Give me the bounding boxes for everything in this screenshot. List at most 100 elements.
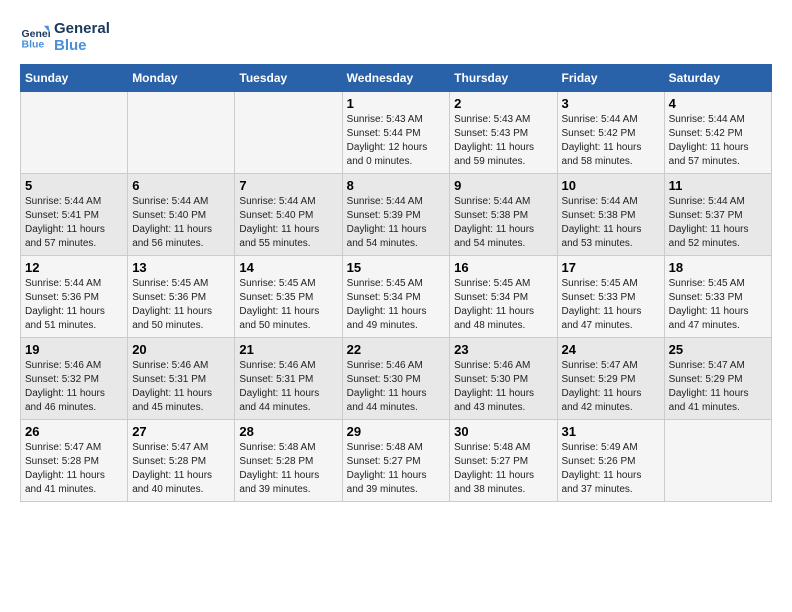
day-number: 2	[454, 96, 552, 111]
day-info: Sunrise: 5:44 AM Sunset: 5:42 PM Dayligh…	[562, 113, 660, 169]
day-number: 5	[25, 178, 123, 193]
day-number: 17	[562, 260, 660, 275]
calendar-cell: 18 Sunrise: 5:45 AM Sunset: 5:33 PM Dayli…	[664, 256, 771, 338]
calendar-cell: 9 Sunrise: 5:44 AM Sunset: 5:38 PM Daylig…	[450, 174, 557, 256]
day-number: 14	[239, 260, 337, 275]
day-info: Sunrise: 5:46 AM Sunset: 5:30 PM Dayligh…	[347, 359, 446, 415]
day-info: Sunrise: 5:44 AM Sunset: 5:39 PM Dayligh…	[347, 195, 446, 251]
header-thursday: Thursday	[450, 65, 557, 92]
logo-text-line1: General	[54, 20, 110, 37]
day-info: Sunrise: 5:45 AM Sunset: 5:34 PM Dayligh…	[454, 277, 552, 333]
calendar-cell: 3 Sunrise: 5:44 AM Sunset: 5:42 PM Daylig…	[557, 92, 664, 174]
day-number: 18	[669, 260, 767, 275]
logo-text-line2: Blue	[54, 37, 110, 54]
calendar-cell: 20 Sunrise: 5:46 AM Sunset: 5:31 PM Dayli…	[128, 338, 235, 420]
calendar-table: SundayMondayTuesdayWednesdayThursdayFrid…	[20, 64, 772, 502]
header-friday: Friday	[557, 65, 664, 92]
page-header: General Blue General Blue	[20, 20, 772, 54]
day-info: Sunrise: 5:44 AM Sunset: 5:41 PM Dayligh…	[25, 195, 123, 251]
day-info: Sunrise: 5:47 AM Sunset: 5:28 PM Dayligh…	[132, 441, 230, 497]
day-number: 25	[669, 342, 767, 357]
day-number: 22	[347, 342, 446, 357]
day-info: Sunrise: 5:49 AM Sunset: 5:26 PM Dayligh…	[562, 441, 660, 497]
header-saturday: Saturday	[664, 65, 771, 92]
calendar-week-4: 19 Sunrise: 5:46 AM Sunset: 5:32 PM Dayli…	[21, 338, 772, 420]
day-number: 15	[347, 260, 446, 275]
day-number: 16	[454, 260, 552, 275]
calendar-cell: 11 Sunrise: 5:44 AM Sunset: 5:37 PM Dayli…	[664, 174, 771, 256]
day-info: Sunrise: 5:47 AM Sunset: 5:29 PM Dayligh…	[562, 359, 660, 415]
calendar-cell	[21, 92, 128, 174]
header-wednesday: Wednesday	[342, 65, 450, 92]
calendar-cell: 28 Sunrise: 5:48 AM Sunset: 5:28 PM Dayli…	[235, 420, 342, 502]
day-info: Sunrise: 5:46 AM Sunset: 5:31 PM Dayligh…	[132, 359, 230, 415]
calendar-week-2: 5 Sunrise: 5:44 AM Sunset: 5:41 PM Daylig…	[21, 174, 772, 256]
day-number: 28	[239, 424, 337, 439]
calendar-cell: 25 Sunrise: 5:47 AM Sunset: 5:29 PM Dayli…	[664, 338, 771, 420]
calendar-cell: 14 Sunrise: 5:45 AM Sunset: 5:35 PM Dayli…	[235, 256, 342, 338]
day-number: 4	[669, 96, 767, 111]
calendar-cell: 23Sunrise: 5:46 AM Sunset: 5:30 PM Dayli…	[450, 338, 557, 420]
day-number: 30	[454, 424, 552, 439]
day-number: 26	[25, 424, 123, 439]
calendar-cell: 2Sunrise: 5:43 AM Sunset: 5:43 PM Daylig…	[450, 92, 557, 174]
calendar-cell: 13Sunrise: 5:45 AM Sunset: 5:36 PM Dayli…	[128, 256, 235, 338]
header-tuesday: Tuesday	[235, 65, 342, 92]
day-info: Sunrise: 5:44 AM Sunset: 5:42 PM Dayligh…	[669, 113, 767, 169]
day-info: Sunrise: 5:45 AM Sunset: 5:33 PM Dayligh…	[669, 277, 767, 333]
calendar-header-row: SundayMondayTuesdayWednesdayThursdayFrid…	[21, 65, 772, 92]
day-number: 1	[347, 96, 446, 111]
calendar-cell: 17 Sunrise: 5:45 AM Sunset: 5:33 PM Dayli…	[557, 256, 664, 338]
calendar-cell: 24 Sunrise: 5:47 AM Sunset: 5:29 PM Dayli…	[557, 338, 664, 420]
header-sunday: Sunday	[21, 65, 128, 92]
calendar-cell: 16 Sunrise: 5:45 AM Sunset: 5:34 PM Dayli…	[450, 256, 557, 338]
day-info: Sunrise: 5:44 AM Sunset: 5:36 PM Dayligh…	[25, 277, 123, 333]
day-number: 24	[562, 342, 660, 357]
header-monday: Monday	[128, 65, 235, 92]
calendar-week-5: 26 Sunrise: 5:47 AM Sunset: 5:28 PM Dayli…	[21, 420, 772, 502]
svg-text:Blue: Blue	[22, 39, 45, 51]
day-number: 27	[132, 424, 230, 439]
day-number: 31	[562, 424, 660, 439]
day-number: 6	[132, 178, 230, 193]
calendar-cell	[128, 92, 235, 174]
day-info: Sunrise: 5:45 AM Sunset: 5:36 PM Dayligh…	[132, 277, 230, 333]
calendar-cell: 29Sunrise: 5:48 AM Sunset: 5:27 PM Dayli…	[342, 420, 450, 502]
day-info: Sunrise: 5:46 AM Sunset: 5:31 PM Dayligh…	[239, 359, 337, 415]
day-number: 10	[562, 178, 660, 193]
day-info: Sunrise: 5:48 AM Sunset: 5:27 PM Dayligh…	[454, 441, 552, 497]
calendar-cell: 12 Sunrise: 5:44 AM Sunset: 5:36 PM Dayli…	[21, 256, 128, 338]
day-info: Sunrise: 5:46 AM Sunset: 5:32 PM Dayligh…	[25, 359, 123, 415]
calendar-cell: 7 Sunrise: 5:44 AM Sunset: 5:40 PM Daylig…	[235, 174, 342, 256]
calendar-cell: 22 Sunrise: 5:46 AM Sunset: 5:30 PM Dayli…	[342, 338, 450, 420]
day-number: 7	[239, 178, 337, 193]
day-info: Sunrise: 5:43 AM Sunset: 5:44 PM Dayligh…	[347, 113, 446, 169]
day-number: 8	[347, 178, 446, 193]
calendar-cell: 31 Sunrise: 5:49 AM Sunset: 5:26 PM Dayli…	[557, 420, 664, 502]
day-info: Sunrise: 5:44 AM Sunset: 5:40 PM Dayligh…	[132, 195, 230, 251]
day-number: 19	[25, 342, 123, 357]
day-info: Sunrise: 5:44 AM Sunset: 5:38 PM Dayligh…	[454, 195, 552, 251]
day-number: 11	[669, 178, 767, 193]
logo-icon: General Blue	[20, 22, 50, 52]
calendar-cell: 26 Sunrise: 5:47 AM Sunset: 5:28 PM Dayli…	[21, 420, 128, 502]
day-number: 3	[562, 96, 660, 111]
day-info: Sunrise: 5:48 AM Sunset: 5:28 PM Dayligh…	[239, 441, 337, 497]
day-info: Sunrise: 5:47 AM Sunset: 5:29 PM Dayligh…	[669, 359, 767, 415]
calendar-cell	[235, 92, 342, 174]
day-info: Sunrise: 5:44 AM Sunset: 5:37 PM Dayligh…	[669, 195, 767, 251]
calendar-week-1: 1 Sunrise: 5:43 AM Sunset: 5:44 PM Daylig…	[21, 92, 772, 174]
calendar-cell: 15Sunrise: 5:45 AM Sunset: 5:34 PM Dayli…	[342, 256, 450, 338]
calendar-cell: 19 Sunrise: 5:46 AM Sunset: 5:32 PM Dayli…	[21, 338, 128, 420]
day-number: 20	[132, 342, 230, 357]
day-number: 12	[25, 260, 123, 275]
day-number: 9	[454, 178, 552, 193]
day-info: Sunrise: 5:47 AM Sunset: 5:28 PM Dayligh…	[25, 441, 123, 497]
calendar-cell: 30 Sunrise: 5:48 AM Sunset: 5:27 PM Dayli…	[450, 420, 557, 502]
day-number: 21	[239, 342, 337, 357]
day-info: Sunrise: 5:45 AM Sunset: 5:33 PM Dayligh…	[562, 277, 660, 333]
calendar-cell: 6 Sunrise: 5:44 AM Sunset: 5:40 PM Daylig…	[128, 174, 235, 256]
day-info: Sunrise: 5:45 AM Sunset: 5:35 PM Dayligh…	[239, 277, 337, 333]
day-info: Sunrise: 5:44 AM Sunset: 5:40 PM Dayligh…	[239, 195, 337, 251]
calendar-cell: 1 Sunrise: 5:43 AM Sunset: 5:44 PM Daylig…	[342, 92, 450, 174]
